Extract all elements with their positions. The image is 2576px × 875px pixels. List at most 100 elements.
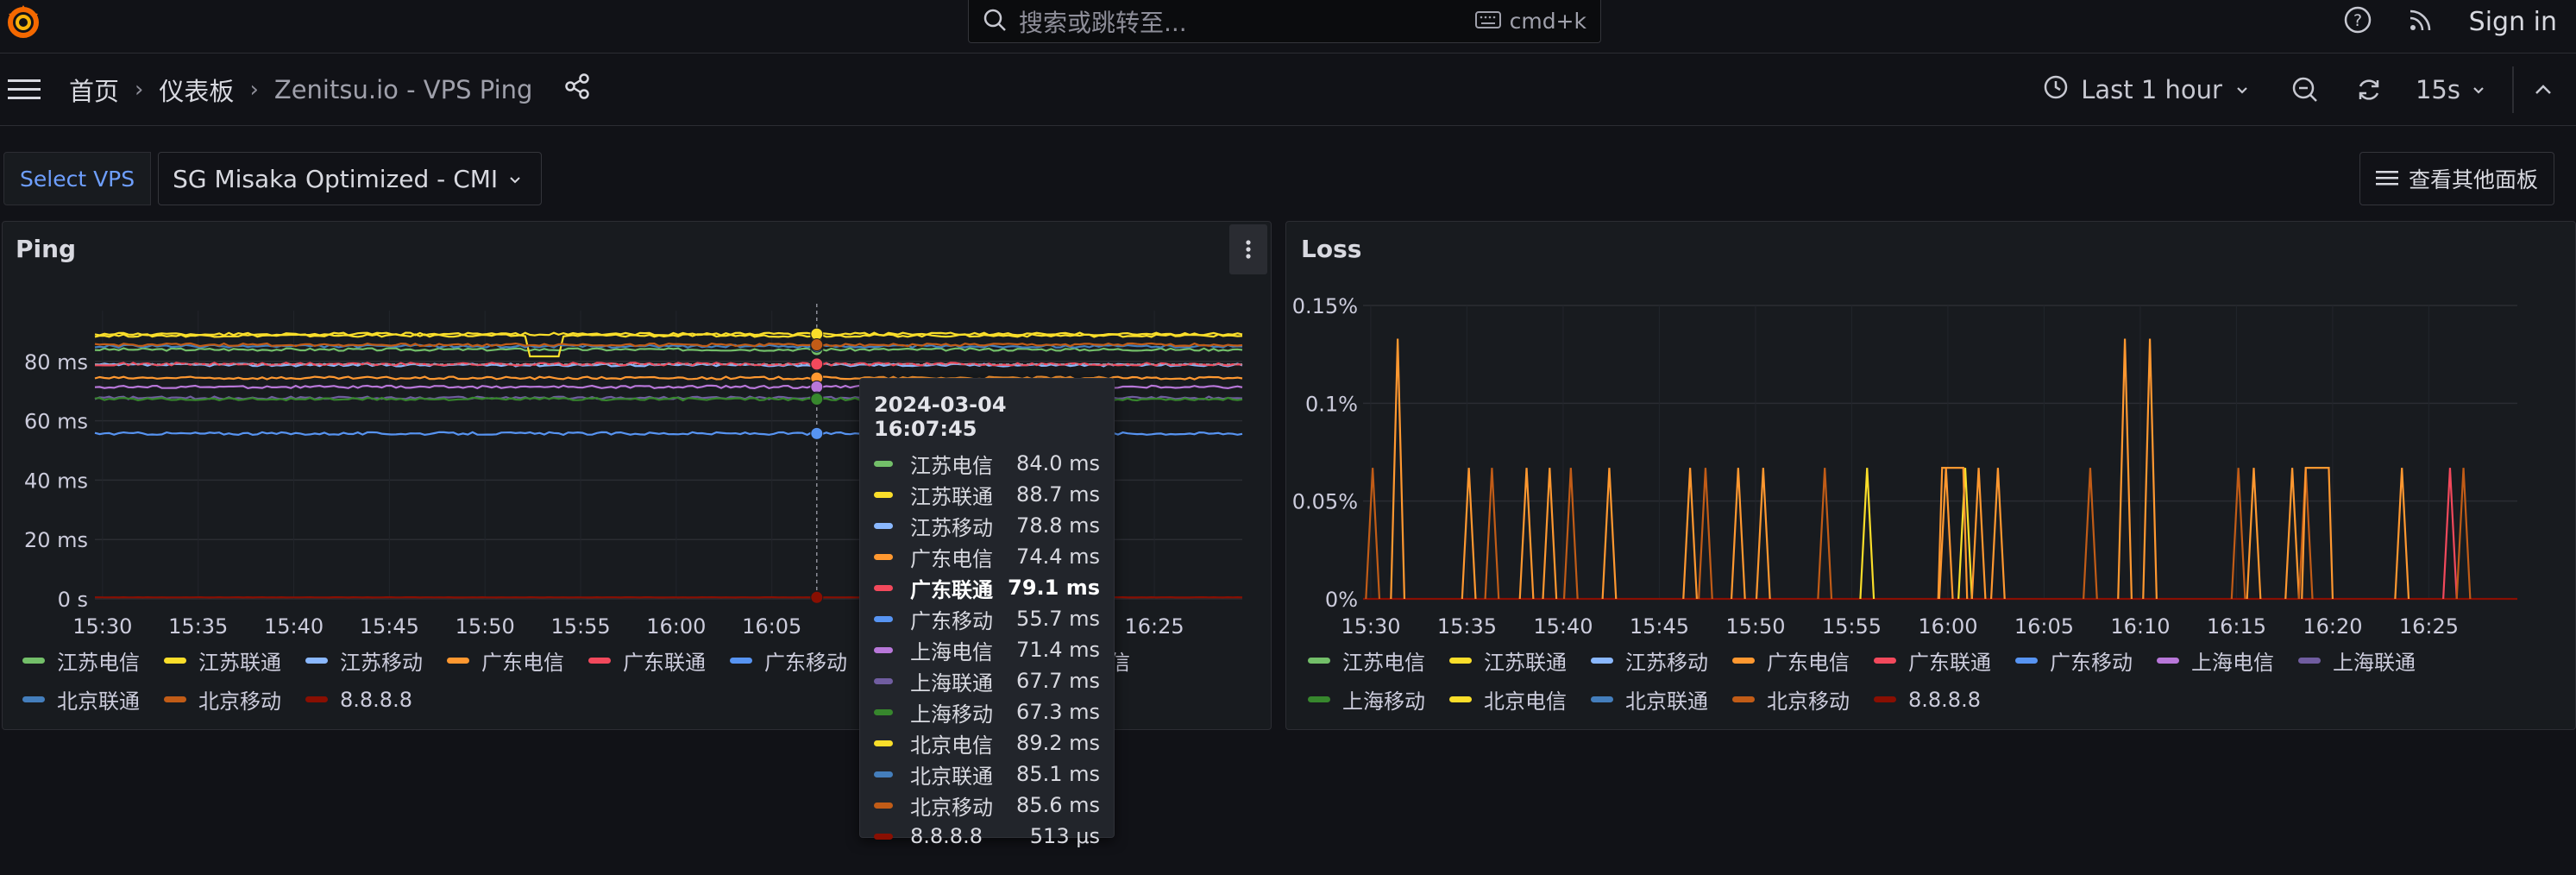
loss-legend-item[interactable]: 上海电信 [2157,641,2274,680]
tooltip-row: 北京电信 89.2 ms [874,727,1100,759]
ping-legend-item[interactable]: 江苏移动 [305,641,423,680]
loss-legend-item[interactable]: 北京联通 [1591,680,1708,719]
tooltip-series-name: 江苏移动 [910,515,993,540]
breadcrumb-home[interactable]: 首页 [69,72,119,108]
ping-legend-item[interactable]: 广东电信 [447,641,564,680]
tooltip-value: 85.6 ms [1016,793,1100,817]
loss-legend-item[interactable]: 广东电信 [1732,641,1850,680]
tooltip-value: 85.1 ms [1016,762,1100,786]
share-icon[interactable] [563,72,591,106]
nav-bar: 首页 › 仪表板 › Zenitsu.io - VPS Ping Last 1 … [0,54,2576,126]
rss-icon[interactable] [2407,6,2435,37]
sign-in-link[interactable]: Sign in [2469,7,2557,37]
ping-legend-item[interactable]: 北京移动 [164,680,281,719]
tooltip-swatch [874,460,893,467]
vps-select[interactable]: SG Misaka Optimized - CMI [158,152,543,205]
loss-legend-item[interactable]: 江苏联通 [1449,641,1567,680]
tooltip-series-name: 北京移动 [910,795,993,820]
refresh-icon[interactable] [2352,72,2386,107]
loss-legend-item[interactable]: 上海联通 [2298,641,2416,680]
ping-y-tick: 20 ms [24,528,88,552]
tooltip-value: 55.7 ms [1016,607,1100,631]
loss-legend-item[interactable]: 8.8.8.8 [1874,680,1981,719]
menu-icon[interactable] [7,72,41,107]
legend-swatch [2298,658,2321,664]
chevron-right-icon: › [249,76,259,103]
loss-legend: 江苏电信 江苏联通 江苏移动 广东电信 广东联通 广东移动 上海电信 上海联通上海移动 北京电信… [1308,641,2550,719]
loss-chart[interactable]: 0% 0.05% 0.1% 0.15% 15:30 15:35 15:40 15:45 15:5… [1285,285,2576,647]
ping-legend-item[interactable]: 广东移动 [730,641,847,680]
legend-swatch [447,658,469,664]
ping-legend-item[interactable]: 江苏联通 [164,641,281,680]
loss-x-tick: 16:15 [2207,614,2266,639]
loss-x-tick: 15:50 [1725,614,1785,639]
legend-swatch [2015,658,2038,664]
loss-legend-item[interactable]: 江苏移动 [1591,641,1708,680]
loss-legend-item[interactable]: 广东联通 [1874,641,1991,680]
grafana-logo-icon[interactable] [3,2,43,41]
ping-hover-point [810,392,824,406]
loss-spike [2394,468,2410,600]
legend-swatch [2157,658,2179,664]
loss-legend-item[interactable]: 广东移动 [2015,641,2133,680]
loss-y-tick: 0.05% [1292,490,1358,514]
legend-label: 广东电信 [481,651,564,675]
loss-spike [1562,468,1579,600]
loss-spike [2284,468,2300,600]
tooltip-series-name: 北京联通 [910,764,993,789]
tooltip-value: 84.0 ms [1016,451,1100,475]
loss-spike [2117,338,2133,600]
legend-label: 广东移动 [764,651,847,675]
tooltip-series-name: 北京电信 [910,733,993,758]
loss-y-tick: 0% [1325,588,1358,612]
loss-spike [1859,468,1875,600]
search-icon [983,8,1007,35]
tooltip-row: 8.8.8.8 513 μs [874,821,1100,852]
svg-text:?: ? [2353,11,2362,30]
loss-spike [2083,468,2098,600]
loss-legend-item[interactable]: 北京电信 [1449,680,1567,719]
tooltip-series-name: 上海移动 [910,702,993,727]
loss-spike [1682,468,1699,600]
legend-label: 江苏电信 [1342,651,1425,675]
tooltip-row: 江苏移动 78.8 ms [874,510,1100,541]
loss-legend-item[interactable]: 北京移动 [1732,680,1850,719]
loss-legend-item[interactable]: 江苏电信 [1308,641,1425,680]
legend-label: 8.8.8.8 [1908,687,1981,712]
ping-legend-item[interactable]: 北京联通 [22,680,140,719]
breadcrumb-dashboards[interactable]: 仪表板 [159,72,234,108]
loss-legend-item[interactable]: 上海移动 [1308,680,1425,719]
ping-x-tick: 15:50 [456,614,515,639]
tooltip-value: 79.1 ms [1008,576,1100,600]
time-range-picker[interactable]: Last 1 hour [2043,74,2250,106]
loss-x-tick: 16:25 [2399,614,2459,639]
ping-legend-item[interactable]: 8.8.8.8 [305,680,412,719]
ping-x-tick: 15:45 [360,614,419,639]
zoom-out-icon[interactable] [2288,72,2322,107]
loss-spike [1601,468,1618,600]
chevron-up-icon[interactable] [2526,72,2560,107]
tooltip-series-name: 江苏联通 [910,484,993,509]
tooltip-value: 71.4 ms [1016,638,1100,662]
loss-x-tick: 15:55 [1822,614,1882,639]
tooltip-row: 上海联通 67.7 ms [874,665,1100,696]
legend-label: 广东联通 [623,651,706,675]
tooltip-swatch [874,491,893,498]
loss-spike [1390,338,1406,600]
legend-swatch [1308,658,1330,664]
search-bar[interactable]: 搜索或跳转至... cmd+k [968,0,1601,43]
top-bar: 搜索或跳转至... cmd+k ? Sign in [0,0,2576,54]
ping-legend-item[interactable]: 广东联通 [588,641,706,680]
ping-legend-item[interactable]: 江苏电信 [22,641,140,680]
chevron-down-icon [2234,75,2250,104]
help-icon[interactable]: ? [2343,5,2372,38]
loss-spike [1970,468,1987,600]
tooltip-series-name: 江苏电信 [910,453,993,478]
tooltip-value: 74.4 ms [1016,545,1100,569]
tooltip-value: 67.7 ms [1016,669,1100,693]
tooltip-swatch [874,740,893,746]
refresh-interval-picker[interactable]: 15s [2416,75,2486,104]
view-other-panels-button[interactable]: 查看其他面板 [2359,152,2554,205]
panel-menu-icon[interactable] [1229,224,1267,274]
ping-series-line [94,347,1243,352]
